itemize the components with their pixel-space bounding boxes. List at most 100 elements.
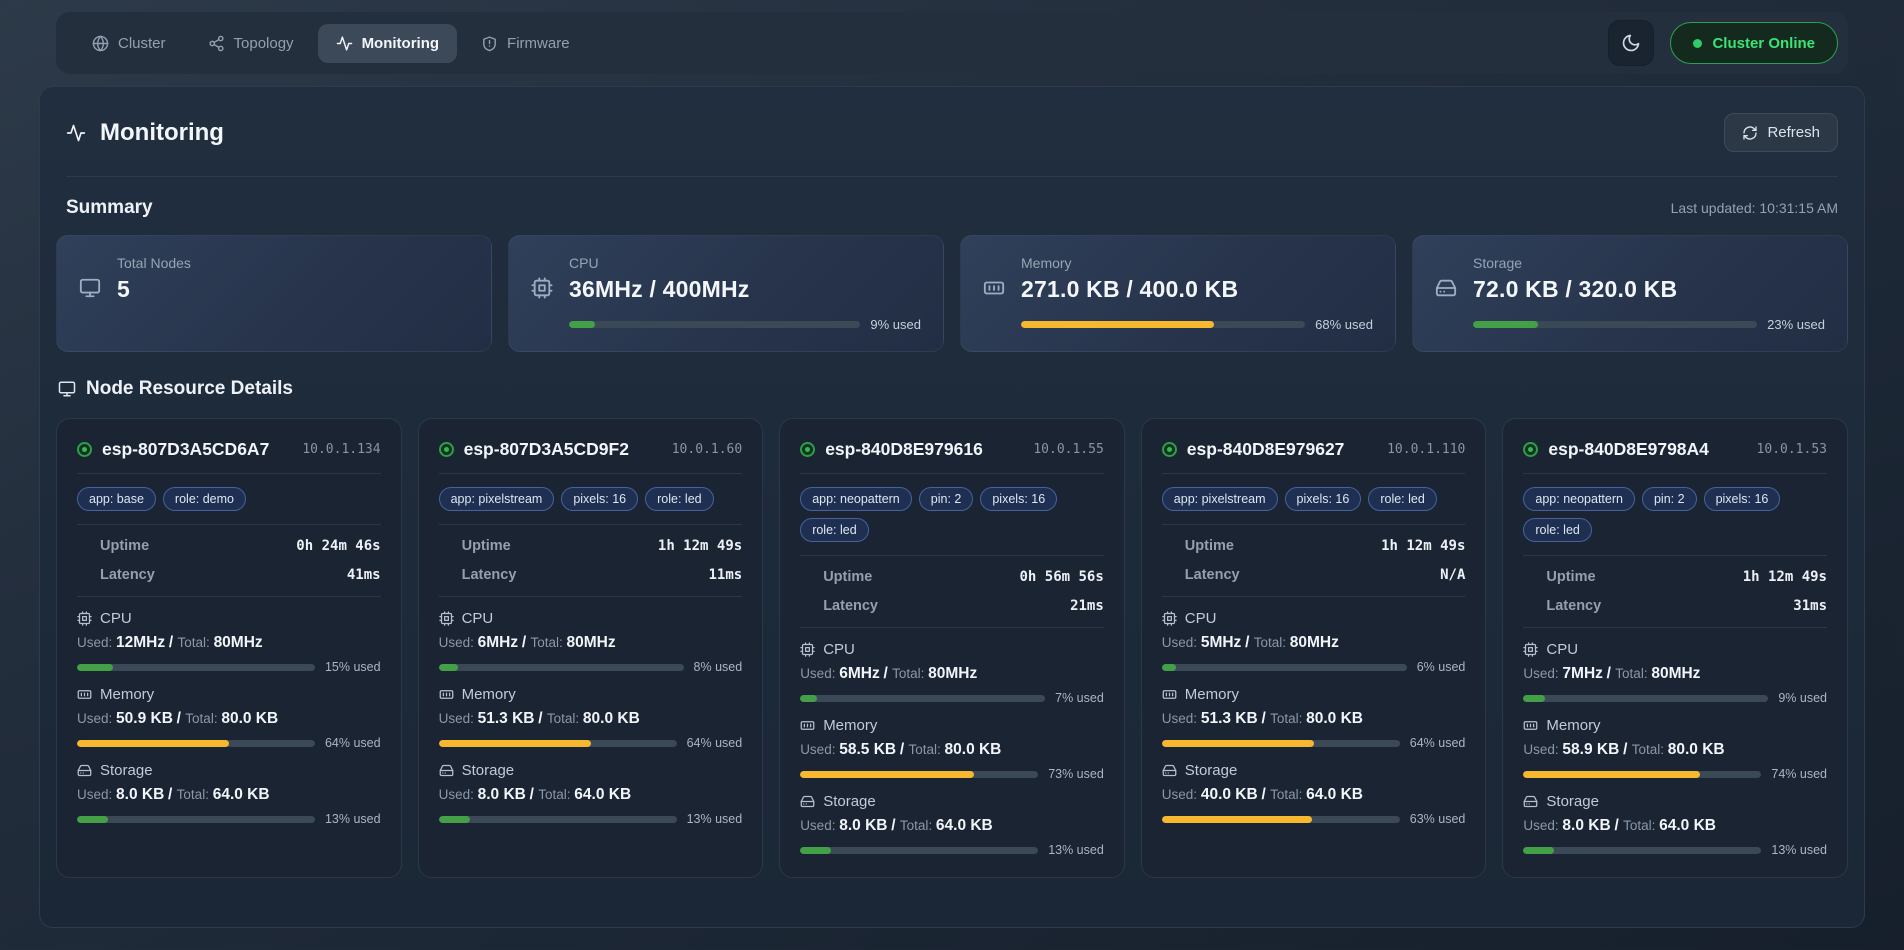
node-card-grid: esp-807D3A5CD6A7 10.0.1.134 app: baserol… [56, 418, 1848, 878]
tab-label: Topology [234, 35, 294, 52]
resource-usage-line: Used: 7MHz / Total: 80MHz [1523, 665, 1827, 683]
usage-percent-label: 13% used [1048, 843, 1104, 857]
usage-percent-label: 9% used [870, 317, 921, 332]
latency-label: Latency [77, 567, 155, 583]
uptime-value: 0h 24m 46s [296, 538, 380, 554]
tab-monitoring[interactable]: Monitoring [318, 24, 457, 63]
activity-icon [66, 123, 86, 143]
latency-label-text: Latency [1185, 567, 1240, 583]
clock-icon [800, 570, 815, 585]
node-tag-list: app: pixelstreampixels: 16role: led [1162, 487, 1466, 511]
node-ip-address: 10.0.1.60 [672, 442, 742, 457]
node-card: esp-840D8E9798A4 10.0.1.53 app: neopatte… [1502, 418, 1848, 878]
progress-fill [1523, 847, 1554, 854]
slash: / [177, 710, 186, 727]
resource-usage-line: Used: 8.0 KB / Total: 64.0 KB [1523, 817, 1827, 835]
used-label: Used: [439, 635, 478, 650]
summary-section: Summary Last updated: 10:31:15 AM Total … [40, 177, 1864, 352]
storage-resource-block: Storage Used: 8.0 KB / Total: 64.0 KB 13… [77, 762, 381, 826]
memory-resource-block: Memory Used: 50.9 KB / Total: 80.0 KB 64… [77, 686, 381, 750]
node-resources: CPU Used: 5MHz / Total: 80MHz 6% used Me… [1162, 610, 1466, 826]
slash: / [522, 634, 531, 651]
memory-icon [800, 718, 815, 733]
node-online-status-icon [439, 442, 454, 457]
used-value: 58.5 KB [839, 741, 896, 758]
node-online-status-icon [77, 442, 92, 457]
total-value: 80.0 KB [583, 710, 640, 727]
usage-percent-label: 13% used [687, 812, 743, 826]
slash: / [1607, 665, 1616, 682]
tab-firmware[interactable]: Firmware [463, 24, 588, 63]
total-value: 64.0 KB [936, 817, 993, 834]
resource-bar-row: 63% used [1162, 812, 1466, 826]
resource-label-text: Memory [1546, 717, 1600, 734]
used-value: 8.0 KB [839, 817, 887, 834]
resource-label-text: Memory [100, 686, 154, 703]
slash: / [1261, 710, 1270, 727]
resource-label-text: Memory [823, 717, 877, 734]
latency-value: 21ms [1070, 598, 1104, 614]
uptime-label-text: Uptime [100, 538, 149, 554]
theme-toggle-button[interactable] [1608, 20, 1654, 66]
progress-track [77, 816, 315, 823]
resource-label: Memory [439, 686, 743, 703]
latency-row: Latency N/A [1162, 567, 1466, 583]
resource-usage-line: Used: 58.5 KB / Total: 80.0 KB [800, 741, 1104, 759]
node-tag: app: pixelstream [1162, 487, 1278, 511]
total-value: 80MHz [1651, 665, 1700, 682]
resource-label-text: Storage [1185, 762, 1238, 779]
progress-track [800, 771, 1038, 778]
node-tag-list: app: neopatternpin: 2pixels: 16role: led [1523, 487, 1827, 542]
progress-fill [1162, 740, 1314, 747]
node-tag: pixels: 16 [1704, 487, 1781, 511]
total-label: Total: [1632, 742, 1668, 757]
resource-label: Storage [1523, 793, 1827, 810]
resource-usage-line: Used: 8.0 KB / Total: 64.0 KB [439, 786, 743, 804]
resource-label-text: CPU [100, 610, 132, 627]
progress-fill [77, 816, 108, 823]
divider [77, 524, 381, 525]
resource-bar-row: 6% used [1162, 660, 1466, 674]
used-label: Used: [1523, 742, 1562, 757]
total-label: Total: [1623, 818, 1659, 833]
progress-fill [1473, 321, 1538, 328]
node-resources: CPU Used: 6MHz / Total: 80MHz 8% used Me… [439, 610, 743, 826]
uptime-label-text: Uptime [823, 569, 872, 585]
resource-usage-line: Used: 6MHz / Total: 80MHz [439, 634, 743, 652]
tab-topology[interactable]: Topology [190, 24, 312, 63]
cpu-resource-block: CPU Used: 6MHz / Total: 80MHz 8% used [439, 610, 743, 674]
resource-usage-line: Used: 51.3 KB / Total: 80.0 KB [1162, 710, 1466, 728]
node-card: esp-807D3A5CD6A7 10.0.1.134 app: baserol… [56, 418, 402, 878]
resource-label-text: Memory [462, 686, 516, 703]
used-label: Used: [800, 818, 839, 833]
used-label: Used: [439, 711, 478, 726]
usage-percent-label: 13% used [325, 812, 381, 826]
cluster-status-button[interactable]: Cluster Online [1670, 22, 1838, 64]
divider [1162, 524, 1466, 525]
node-card-header: esp-807D3A5CD6A7 10.0.1.134 [77, 439, 381, 460]
latency-label-text: Latency [100, 567, 155, 583]
used-label: Used: [1162, 711, 1201, 726]
divider [1523, 473, 1827, 474]
tab-cluster[interactable]: Cluster [74, 24, 184, 63]
divider [439, 473, 743, 474]
total-label: Total: [531, 635, 567, 650]
progress-track [77, 740, 315, 747]
usage-percent-label: 63% used [1410, 812, 1466, 826]
total-value: 80.0 KB [221, 710, 278, 727]
total-value: 64.0 KB [1306, 786, 1363, 803]
slash: / [1261, 786, 1270, 803]
slash: / [538, 710, 547, 727]
refresh-button[interactable]: Refresh [1724, 113, 1838, 152]
node-card: esp-840D8E979616 10.0.1.55 app: neopatte… [779, 418, 1125, 878]
node-tag: pin: 2 [1642, 487, 1697, 511]
memory-icon [983, 277, 1005, 332]
uptime-label-text: Uptime [1185, 538, 1234, 554]
node-tag: app: neopattern [1523, 487, 1635, 511]
total-value: 80MHz [567, 634, 616, 651]
nav-right: Cluster Online [1608, 20, 1838, 66]
divider [1162, 596, 1466, 597]
resource-usage-line: Used: 8.0 KB / Total: 64.0 KB [800, 817, 1104, 835]
memory-resource-block: Memory Used: 51.3 KB / Total: 80.0 KB 64… [1162, 686, 1466, 750]
network-icon [208, 35, 225, 52]
